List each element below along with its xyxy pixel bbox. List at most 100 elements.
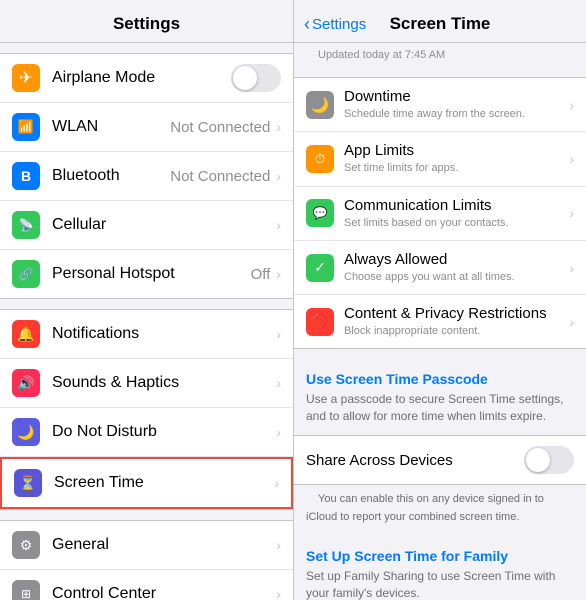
cellular-chevron: ›	[276, 217, 281, 233]
sounds-item[interactable]: 🔊 Sounds & Haptics ›	[0, 359, 293, 408]
settings-title: Settings	[0, 0, 293, 43]
controlcenter-icon: ⊞	[12, 580, 40, 600]
notifications-label: Notifications	[52, 325, 274, 343]
back-label: Settings	[312, 16, 366, 33]
bluetooth-chevron: ›	[276, 168, 281, 184]
commlimits-title: Communication Limits	[344, 197, 565, 215]
applimits-subtitle: Set time limits for apps.	[344, 161, 565, 175]
commlimits-icon: 💬	[306, 199, 334, 227]
applimits-text: App Limits Set time limits for apps.	[344, 142, 565, 175]
hotspot-label: Personal Hotspot	[52, 265, 251, 283]
controlcenter-chevron: ›	[276, 586, 281, 600]
updated-text: Updated today at 7:45 AM	[306, 45, 457, 65]
applimits-title: App Limits	[344, 142, 565, 160]
dnd-chevron: ›	[276, 424, 281, 440]
notifications-icon: 🔔	[12, 320, 40, 348]
wlan-value: Not Connected	[170, 119, 270, 136]
alwaysallowed-icon: ✓	[306, 254, 334, 282]
contentprivacy-item[interactable]: 🚫 Content & Privacy Restrictions Block i…	[294, 295, 586, 348]
controlcenter-item[interactable]: ⊞ Control Center ›	[0, 570, 293, 600]
dnd-item[interactable]: 🌙 Do Not Disturb ›	[0, 408, 293, 457]
screentime-icon: ⏳	[14, 469, 42, 497]
hotspot-chevron: ›	[276, 266, 281, 282]
passcode-body: Use a passcode to secure Screen Time set…	[294, 391, 586, 435]
general-chevron: ›	[276, 537, 281, 553]
sounds-label: Sounds & Haptics	[52, 374, 274, 392]
share-body-container: You can enable this on any device signed…	[294, 485, 586, 534]
share-label: Share Across Devices	[306, 452, 453, 469]
screentime-detail-panel: ‹ Settings Screen Time Updated today at …	[293, 0, 586, 600]
alwaysallowed-subtitle: Choose apps you want at all times.	[344, 270, 565, 284]
alwaysallowed-item[interactable]: ✓ Always Allowed Choose apps you want at…	[294, 241, 586, 295]
wlan-icon: 📶	[12, 113, 40, 141]
wlan-chevron: ›	[276, 119, 281, 135]
commlimits-chevron: ›	[569, 205, 574, 221]
contentprivacy-subtitle: Block inappropriate content.	[344, 324, 565, 338]
bluetooth-value: Not Connected	[170, 168, 270, 185]
alwaysallowed-chevron: ›	[569, 260, 574, 276]
dnd-label: Do Not Disturb	[52, 423, 274, 441]
back-chevron-icon: ‹	[304, 14, 310, 35]
downtime-item[interactable]: 🌙 Downtime Schedule time away from the s…	[294, 78, 586, 132]
sounds-chevron: ›	[276, 375, 281, 391]
hotspot-value: Off	[251, 266, 271, 283]
airplane-mode-item[interactable]: ✈ Airplane Mode	[0, 54, 293, 103]
downtime-subtitle: Schedule time away from the screen.	[344, 107, 565, 121]
screentime-item[interactable]: ⏳ Screen Time ›	[0, 457, 293, 509]
cellular-item[interactable]: 📡 Cellular ›	[0, 201, 293, 250]
cellular-icon: 📡	[12, 211, 40, 239]
screentime-chevron: ›	[274, 475, 279, 491]
applimits-item[interactable]: ⏱ App Limits Set time limits for apps. ›	[294, 132, 586, 186]
downtime-text: Downtime Schedule time away from the scr…	[344, 88, 565, 121]
right-panel-title: Screen Time	[390, 14, 491, 34]
airplane-label: Airplane Mode	[52, 69, 231, 87]
screentime-items-group: 🌙 Downtime Schedule time away from the s…	[294, 77, 586, 349]
downtime-icon: 🌙	[306, 91, 334, 119]
general-group: ⚙ General › ⊞ Control Center › ☀ Display…	[0, 520, 293, 600]
cellular-label: Cellular	[52, 216, 274, 234]
share-body: You can enable this on any device signed…	[306, 493, 544, 533]
general-item[interactable]: ⚙ General ›	[0, 521, 293, 570]
bluetooth-icon: B	[12, 162, 40, 190]
dnd-icon: 🌙	[12, 418, 40, 446]
notifications-chevron: ›	[276, 326, 281, 342]
applimits-chevron: ›	[569, 151, 574, 167]
passcode-section: Use Screen Time Passcode Use a passcode …	[294, 359, 586, 435]
bluetooth-label: Bluetooth	[52, 167, 170, 185]
wlan-item[interactable]: 📶 WLAN Not Connected ›	[0, 103, 293, 152]
settings-panel: Settings ✈ Airplane Mode 📶 WLAN Not Conn…	[0, 0, 293, 600]
bluetooth-item[interactable]: B Bluetooth Not Connected ›	[0, 152, 293, 201]
family-header[interactable]: Set Up Screen Time for Family	[294, 536, 586, 568]
airplane-icon: ✈	[12, 64, 40, 92]
passcode-header[interactable]: Use Screen Time Passcode	[294, 359, 586, 391]
alwaysallowed-text: Always Allowed Choose apps you want at a…	[344, 251, 565, 284]
contentprivacy-icon: 🚫	[306, 308, 334, 336]
hotspot-icon: 🔗	[12, 260, 40, 288]
applimits-icon: ⏱	[306, 145, 334, 173]
family-body: Set up Family Sharing to use Screen Time…	[294, 568, 586, 600]
commlimits-subtitle: Set limits based on your contacts.	[344, 216, 565, 230]
alwaysallowed-title: Always Allowed	[344, 251, 565, 269]
family-section: Set Up Screen Time for Family Set up Fam…	[294, 536, 586, 600]
airplane-toggle[interactable]	[231, 64, 281, 92]
commlimits-item[interactable]: 💬 Communication Limits Set limits based …	[294, 187, 586, 241]
share-toggle[interactable]	[524, 446, 574, 474]
controlcenter-label: Control Center	[52, 585, 274, 600]
updated-text-container: Updated today at 7:45 AM	[294, 43, 586, 67]
right-header: ‹ Settings Screen Time	[294, 0, 586, 43]
notifications-group: 🔔 Notifications › 🔊 Sounds & Haptics › 🌙…	[0, 309, 293, 510]
downtime-title: Downtime	[344, 88, 565, 106]
contentprivacy-chevron: ›	[569, 314, 574, 330]
connectivity-group: ✈ Airplane Mode 📶 WLAN Not Connected › B…	[0, 53, 293, 299]
sounds-icon: 🔊	[12, 369, 40, 397]
hotspot-item[interactable]: 🔗 Personal Hotspot Off ›	[0, 250, 293, 298]
share-row: Share Across Devices	[294, 435, 586, 485]
notifications-item[interactable]: 🔔 Notifications ›	[0, 310, 293, 359]
general-icon: ⚙	[12, 531, 40, 559]
contentprivacy-title: Content & Privacy Restrictions	[344, 305, 565, 323]
back-button[interactable]: ‹ Settings	[304, 14, 366, 35]
wlan-label: WLAN	[52, 118, 170, 136]
screentime-label: Screen Time	[54, 474, 272, 492]
contentprivacy-text: Content & Privacy Restrictions Block ina…	[344, 305, 565, 338]
downtime-chevron: ›	[569, 97, 574, 113]
